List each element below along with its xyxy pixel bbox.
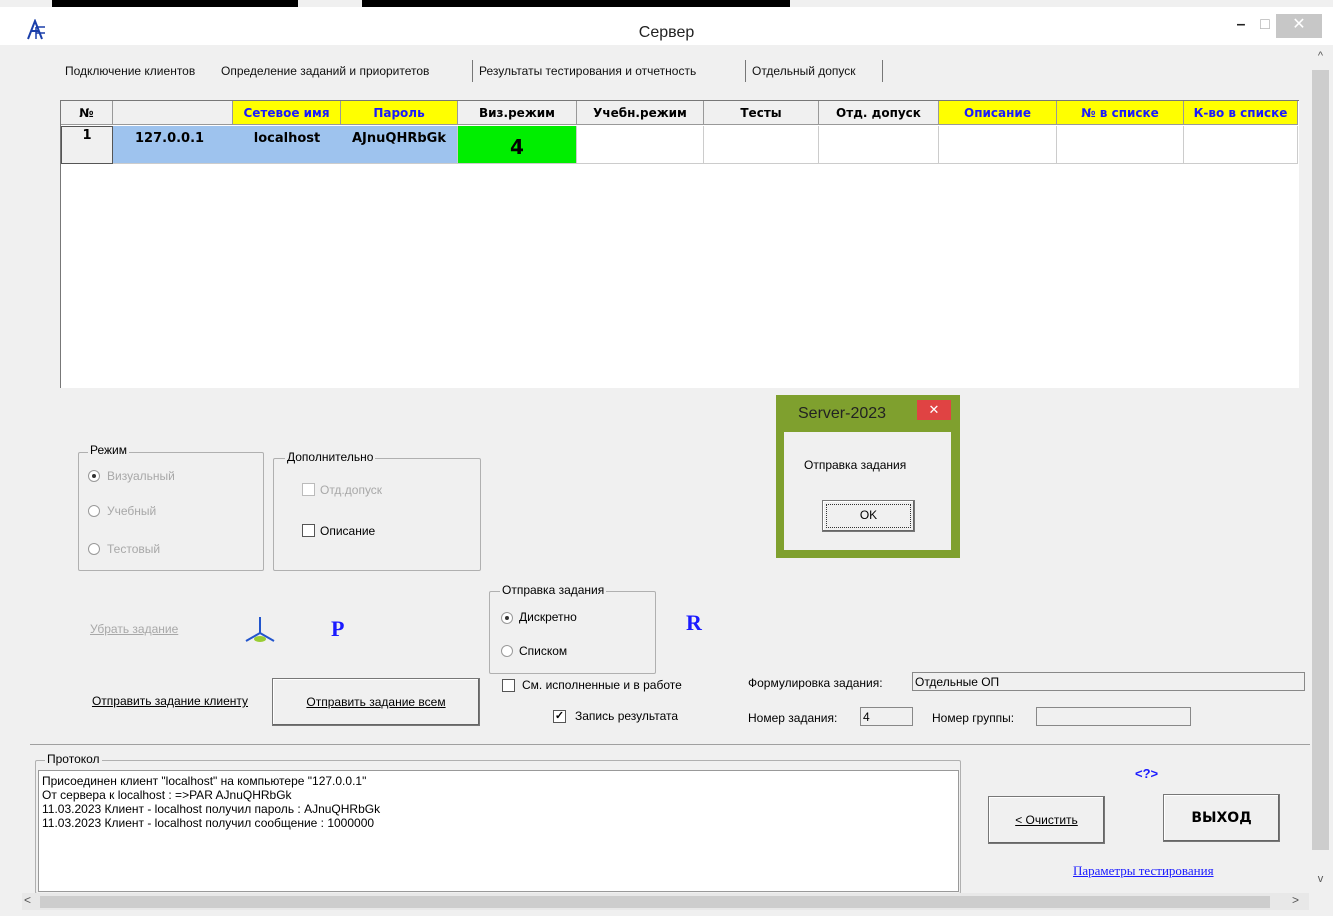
tripod-icon[interactable] [240,613,280,647]
send-task-all-button[interactable]: Отправить задание всем [272,678,480,726]
grid-header-tests[interactable]: Тесты [704,101,819,125]
scroll-down-icon[interactable]: v [1312,873,1329,885]
vertical-scroll-thumb[interactable] [1312,70,1329,850]
extra-group-legend: Дополнительно [285,450,376,464]
mode-visual-label[interactable]: Визуальный [107,469,175,483]
dialog-message: Отправка задания [804,458,907,472]
grid-cell-num[interactable]: 1 [61,126,113,164]
clear-button[interactable]: < Очистить [988,796,1105,844]
grid-cell-vis-mode[interactable]: 4 [458,126,577,164]
grid-header-vis-mode[interactable]: Виз.режим [458,101,577,125]
mode-visual-radio[interactable] [88,470,100,482]
scroll-left-icon[interactable]: < [24,893,31,907]
top-bar-right [362,0,790,7]
grid-header-description[interactable]: Описание [939,101,1057,125]
send-task-group [489,591,656,674]
tab-results-reports[interactable]: Результаты тестирования и отчетность [479,64,696,78]
mode-test-label[interactable]: Тестовый [107,542,160,556]
grid-cell-separate-access[interactable] [819,126,939,164]
protocol-line: 11.03.2023 Клиент - localhost получил со… [42,816,375,830]
grid-cell-count-in-list[interactable] [1184,126,1298,164]
mode-test-radio[interactable] [88,543,100,555]
send-list-radio[interactable] [501,645,513,657]
protocol-legend: Протокол [45,752,102,766]
send-task-group-legend: Отправка задания [500,583,607,597]
extra-group [273,458,481,571]
grid-cell-network-name[interactable]: localhost [233,126,341,164]
extra-separate-access-checkbox[interactable] [302,483,315,496]
remove-task-link[interactable]: Убрать задание [90,622,178,636]
dialog-ok-button[interactable]: OK [822,500,915,532]
send-discrete-label[interactable]: Дискретно [519,610,577,624]
grid-header-network-name[interactable]: Сетевое имя [233,101,341,125]
help-link[interactable]: <?> [1135,766,1158,781]
tab-separate-access[interactable]: Отдельный допуск [752,64,856,78]
extra-description-checkbox[interactable] [302,524,315,537]
grid-cell-password[interactable]: AJnuQHRbGk [341,126,458,164]
tab-separator [472,60,473,82]
send-task-client-button[interactable]: Отправить задание клиенту [68,680,272,722]
protocol-line: От сервера к localhost : =>PAR AJnuQHRbG… [42,788,292,802]
extra-description-label[interactable]: Описание [320,524,375,538]
write-result-checkbox[interactable]: ✓ [553,710,566,723]
grid-cell-description[interactable] [939,126,1057,164]
grid-cell-num-in-list[interactable] [1057,126,1184,164]
task-wording-field[interactable]: Отдельные ОП [912,672,1305,691]
dialog-close-button[interactable]: ✕ [917,400,951,420]
horizontal-scroll-thumb[interactable] [40,896,1270,908]
scroll-right-icon[interactable]: > [1292,893,1299,907]
task-wording-label: Формулировка задания: [748,676,883,690]
test-params-link[interactable]: Параметры тестирования [1073,863,1214,879]
grid-header-password[interactable]: Пароль [341,101,458,125]
write-result-label[interactable]: Запись результата [575,709,678,723]
send-discrete-radio[interactable] [501,612,513,624]
maximize-button[interactable]: □ [1254,14,1276,38]
dialog-title: Server-2023 [798,405,887,422]
tab-client-connection[interactable]: Подключение клиентов [65,64,195,78]
mode-group-legend: Режим [88,443,129,457]
send-list-label[interactable]: Списком [519,644,567,658]
tab-separator [745,60,746,82]
window-title: Сервер [638,24,695,41]
grid-header-separate-access[interactable]: Отд. допуск [819,101,939,125]
grid-header-num[interactable]: № [61,101,113,125]
minimize-button[interactable]: – [1228,14,1254,38]
close-button[interactable]: ✕ [1276,14,1322,38]
protocol-line: Присоединен клиент "localhost" на компью… [42,774,367,788]
grid-cell-edu-mode[interactable] [577,126,704,164]
divider [30,744,1310,745]
show-done-label[interactable]: См. исполненные и в работе [522,678,682,692]
grid-header-count-in-list[interactable]: К-во в списке [1184,101,1298,125]
dialog-body [784,432,951,550]
task-number-label: Номер задания: [748,711,838,725]
tab-separator [882,60,883,82]
extra-separate-access-label[interactable]: Отд.допуск [320,483,382,497]
mode-educational-radio[interactable] [88,505,100,517]
exit-button[interactable]: ВЫХОД [1163,794,1280,842]
mode-educational-label[interactable]: Учебный [107,504,156,518]
scroll-up-icon[interactable]: ^ [1312,50,1329,62]
top-bar-left [52,0,298,7]
show-done-checkbox[interactable] [502,679,515,692]
grid-header-num-in-list[interactable]: № в списке [1057,101,1184,125]
title-bar: Сервер – □ ✕ [0,7,1333,45]
grid-cell-ip[interactable]: 127.0.0.1 [113,126,233,164]
letter-p-icon[interactable]: P [331,616,344,642]
grid-header-ip[interactable] [113,101,233,125]
protocol-line: 11.03.2023 Клиент - localhost получил па… [42,802,381,816]
tab-tasks-priorities[interactable]: Определение заданий и приоритетов [221,64,429,78]
group-number-field[interactable] [1036,707,1191,726]
group-number-label: Номер группы: [932,711,1015,725]
grid-header-edu-mode[interactable]: Учебн.режим [577,101,704,125]
task-number-field[interactable]: 4 [860,707,913,726]
letter-r-icon[interactable]: R [686,610,702,636]
grid-cell-tests[interactable] [704,126,819,164]
